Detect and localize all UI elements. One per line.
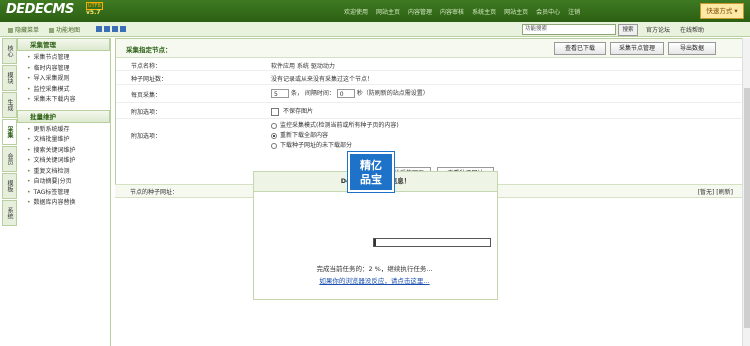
interval-label: 间隔时间： [304, 90, 335, 97]
top-nav-item[interactable]: 系统主页 [472, 7, 496, 16]
top-nav-item[interactable]: 网站主页 [504, 7, 528, 16]
special-option-label: 附加选项： [131, 109, 162, 116]
menu-item[interactable]: 采集节点管理 [17, 53, 110, 64]
export-data-button[interactable]: 导出数据 [668, 42, 716, 55]
main-panel: 采集指定节点： 查看已下载 采集节点管理 导出数据 节点名称： 软件应用 系统 … [115, 38, 745, 198]
function-map-button[interactable]: 功能地图 [48, 27, 80, 34]
seed-count-value: 没有记录或从来没有采集过这个节点！ [271, 76, 374, 83]
menu-item[interactable]: 搜索关键词维护 [17, 146, 110, 157]
menu-icon [8, 28, 13, 33]
hide-menu-button[interactable]: 隐藏菜单 [8, 27, 39, 34]
menu-group-title[interactable]: 批量维护 [17, 109, 110, 123]
panel-header: 采集指定节点： 查看已下载 采集节点管理 导出数据 [116, 39, 744, 58]
menu-item[interactable]: TAG标签管理 [17, 188, 110, 199]
per-page-unit: 条， [290, 90, 303, 97]
menu-item[interactable]: 文档关键词维护 [17, 156, 110, 167]
menu-item[interactable]: 自动摘要|分页 [17, 177, 110, 188]
progress-bar [373, 238, 491, 247]
menu-group-title[interactable]: 采集管理 [17, 38, 110, 51]
redownload-label: 重新下载全部内容 [280, 132, 329, 139]
redownload-radio[interactable] [271, 132, 277, 139]
view-downloaded-button[interactable]: 查看已下载 [554, 42, 606, 55]
theme-swatch[interactable] [104, 26, 110, 32]
menu-item[interactable]: 采集未下载内容 [17, 95, 110, 106]
quick-select[interactable]: 快速方式 ▾ [700, 3, 744, 19]
sub-bar: 隐藏菜单 功能地图 功能搜索 搜索 官方论坛 在线帮助 [0, 22, 750, 37]
top-nav-item[interactable]: 内容管理 [408, 7, 432, 16]
side-tabs: 核心 模块 生成 采集 会员 模板 系统 [2, 38, 17, 227]
top-nav: 欢迎使用 网站主页 内容管理 内容审核 系统主页 网站主页 会员中心 注销 [344, 7, 580, 16]
per-page-label: 每页采集： [131, 92, 162, 99]
top-nav-item[interactable]: 注销 [568, 7, 580, 16]
watermark-logo: 精亿 品宝 [348, 152, 394, 192]
menu-item[interactable]: 监控采集模式 [17, 85, 110, 96]
no-save-image-checkbox[interactable] [271, 107, 279, 116]
theme-swatch[interactable] [96, 26, 102, 32]
download-rest-radio[interactable] [271, 142, 277, 149]
top-bar: DEDECMS UTF8 v5.7 欢迎使用 网站主页 内容管理 内容审核 系统… [0, 0, 750, 22]
no-save-image-label: 不保存图片 [283, 108, 314, 115]
collect-form: 采集指定节点： 查看已下载 采集节点管理 导出数据 节点名称： 软件应用 系统 … [115, 38, 745, 186]
search-input[interactable]: 功能搜索 [522, 24, 616, 35]
download-rest-label: 下载种子网址的未下载部分 [280, 142, 353, 149]
extra-option-label: 附加选项： [131, 133, 162, 140]
top-nav-item[interactable]: 欢迎使用 [344, 7, 368, 16]
search-button[interactable]: 搜索 [618, 24, 638, 36]
tab-template[interactable]: 模板 [2, 173, 17, 199]
menu-item[interactable]: 文档批量维护 [17, 135, 110, 146]
theme-swatch[interactable] [112, 26, 118, 32]
tab-collect[interactable]: 采集 [2, 119, 17, 145]
logo: DEDECMS [6, 2, 74, 17]
help-link[interactable]: 在线帮助 [680, 25, 704, 34]
monitor-mode-radio[interactable] [271, 122, 277, 129]
node-name-label: 节点名称： [131, 63, 162, 70]
seed-count-label: 种子网址数： [131, 76, 168, 83]
menu-item[interactable]: 数据库内容替换 [17, 198, 110, 209]
dialog-link[interactable]: 如果你的浏览器没反应，请点击这里... [253, 275, 496, 285]
forum-link[interactable]: 官方论坛 [646, 25, 670, 34]
tab-core[interactable]: 核心 [2, 38, 17, 64]
side-menu: 采集管理 采集节点管理 临时内容管理 导入采集规则 监控采集模式 采集未下载内容… [17, 38, 111, 346]
seed-url-actions[interactable]: [暂无] [刷新] [698, 187, 733, 196]
menu-item[interactable]: 临时内容管理 [17, 64, 110, 75]
menu-item[interactable]: 导入采集规则 [17, 74, 110, 85]
color-theme-picker[interactable] [96, 26, 126, 32]
menu-item[interactable]: 更新系统缓存 [17, 125, 110, 136]
scrollbar-thumb[interactable] [744, 88, 750, 328]
dialog-message: 完成当前任务的：2 %，继续执行任务... [316, 265, 433, 273]
interval-note: 秒（防刷新的站点需设置） [356, 90, 429, 97]
per-page-input[interactable]: 5 [271, 89, 289, 98]
seed-url-label: 节点的种子网址： [130, 189, 179, 196]
top-nav-item[interactable]: 网站主页 [376, 7, 400, 16]
scrollbar[interactable] [742, 38, 750, 346]
node-name-value: 软件应用 系统 驱动动力 [271, 63, 335, 70]
tab-system[interactable]: 系统 [2, 200, 17, 226]
theme-swatch[interactable] [120, 26, 126, 32]
tab-module[interactable]: 模块 [2, 65, 17, 91]
top-nav-item[interactable]: 内容审核 [440, 7, 464, 16]
menu-item[interactable]: 重复文档检测 [17, 167, 110, 178]
progress-fill [374, 239, 377, 246]
map-icon [48, 28, 54, 33]
monitor-mode-label: 监控采集模式(检测当前或所有种子页的内容) [280, 122, 399, 129]
tab-member[interactable]: 会员 [2, 146, 17, 172]
top-nav-item[interactable]: 会员中心 [536, 7, 560, 16]
tab-generate[interactable]: 生成 [2, 92, 17, 118]
interval-input[interactable]: 0 [336, 89, 355, 98]
node-manage-button[interactable]: 采集节点管理 [610, 42, 664, 55]
page-title: 采集指定节点： [126, 46, 172, 54]
version-label: v5.7 [86, 9, 101, 16]
